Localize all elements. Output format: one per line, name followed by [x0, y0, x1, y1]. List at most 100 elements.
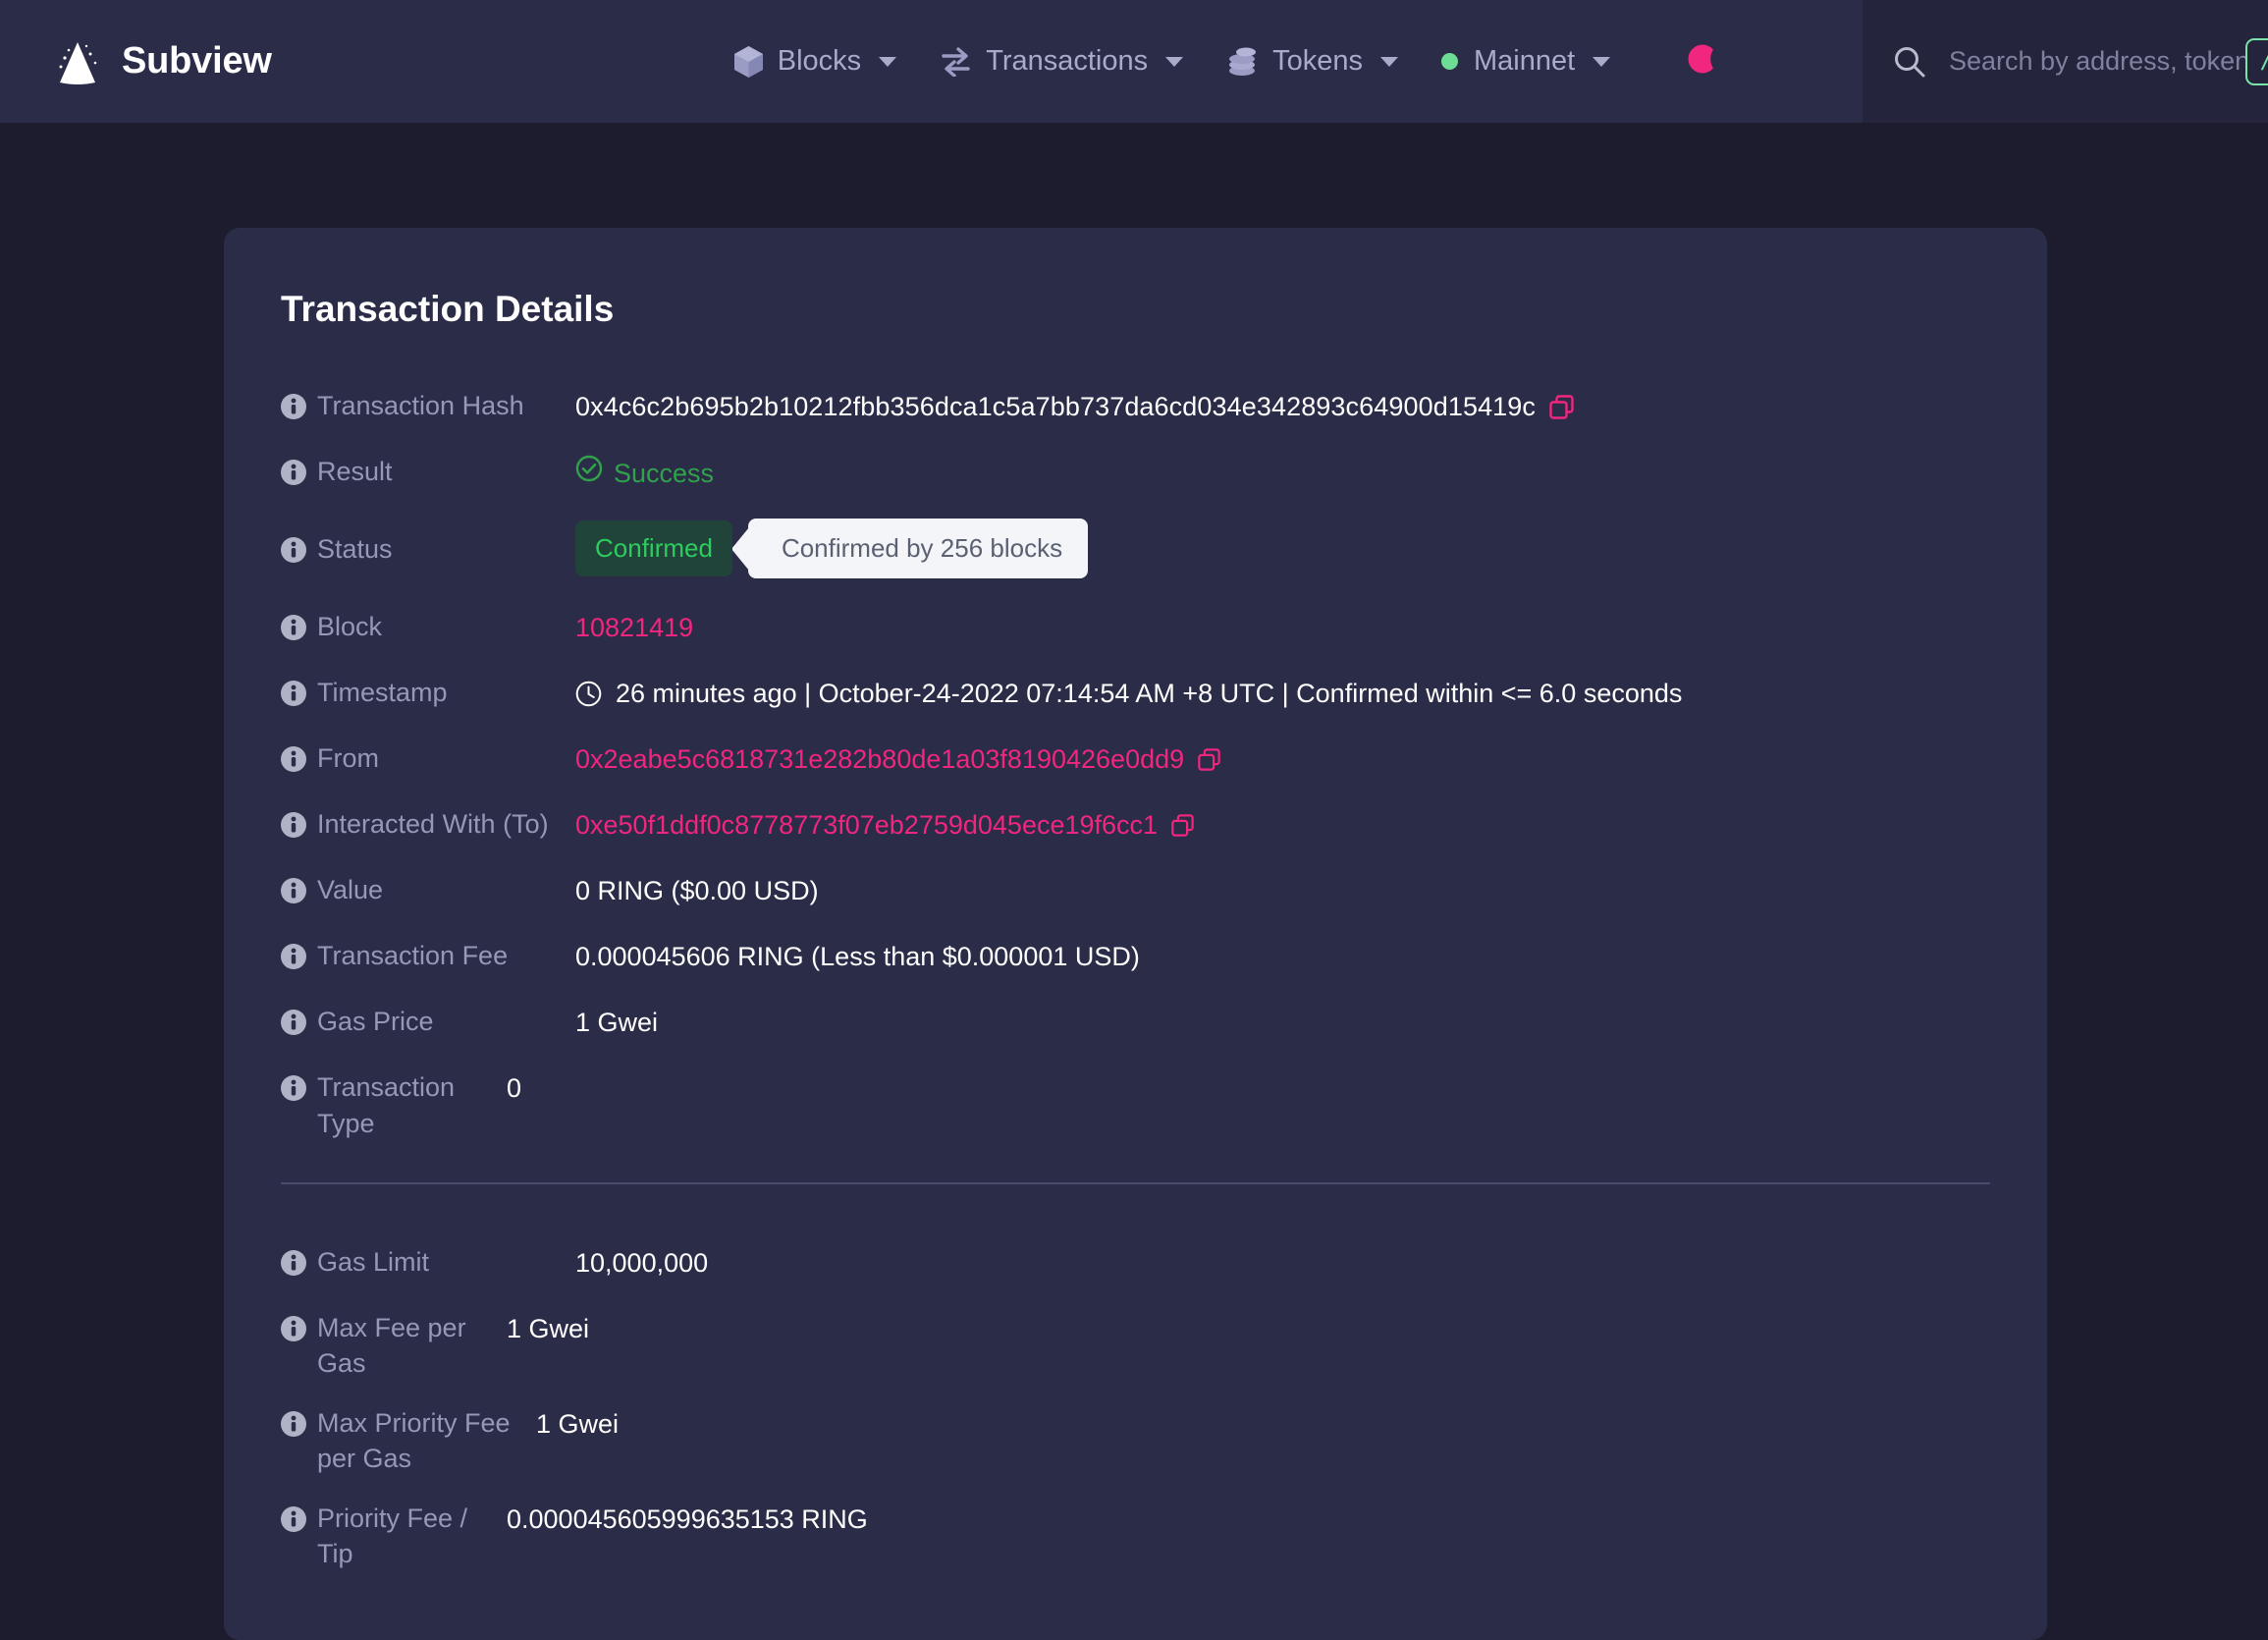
theme-toggle-button[interactable]: [1687, 40, 1722, 82]
nav-item-network-mainnet[interactable]: Mainnet: [1441, 45, 1610, 78]
info-icon[interactable]: [281, 393, 306, 418]
table-row: Result Success: [281, 453, 1990, 496]
row-label-text: Transaction Hash: [317, 388, 524, 423]
table-row: Interacted With (To) 0xe50f1ddf0c8778773…: [281, 805, 1990, 848]
table-row: Gas Price 1 Gwei: [281, 1003, 1990, 1046]
row-label-status: Status: [281, 519, 575, 567]
row-value-gas-price: 1 Gwei: [575, 1003, 1990, 1040]
result-text: Success: [614, 456, 714, 491]
table-row: Transaction Hash 0x4c6c2b695b2b10212fbb3…: [281, 387, 1990, 430]
row-label-text: Value: [317, 872, 383, 907]
page-body: Transaction Details Transaction Hash 0x: [0, 123, 2268, 1640]
nav-item-label: Tokens: [1272, 45, 1363, 78]
info-icon[interactable]: [281, 1505, 306, 1531]
row-value-block: 10821419: [575, 608, 1990, 645]
info-icon[interactable]: [281, 614, 306, 639]
row-label-transaction-hash: Transaction Hash: [281, 387, 575, 423]
nav-item-label: Transactions: [986, 45, 1148, 78]
row-label-max-fee-per-gas: Max Fee per Gas: [281, 1309, 507, 1382]
table-row: Value 0 RING ($0.00 USD): [281, 871, 1990, 914]
row-label-text: Priority Fee / Tip: [317, 1501, 507, 1572]
primary-detail-rows: Transaction Hash 0x4c6c2b695b2b10212fbb3…: [281, 387, 1990, 1141]
copy-icon[interactable]: [1198, 748, 1220, 771]
row-label-result: Result: [281, 453, 575, 489]
info-icon[interactable]: [281, 1074, 306, 1100]
row-value-result: Success: [575, 453, 1990, 491]
chevron-down-icon[interactable]: [1380, 57, 1398, 67]
search-input[interactable]: [1949, 46, 2245, 77]
row-label-gas-price: Gas Price: [281, 1003, 575, 1039]
row-value-amount: 0 RING ($0.00 USD): [575, 871, 1990, 908]
timestamp-text: 26 minutes ago | October-24-2022 07:14:5…: [616, 676, 1682, 711]
info-icon[interactable]: [281, 459, 306, 484]
row-label-text: Block: [317, 609, 382, 644]
row-label-text: Transaction Type: [317, 1069, 507, 1141]
row-value-transaction-hash: 0x4c6c2b695b2b10212fbb356dca1c5a7bb737da…: [575, 387, 1990, 424]
row-label-timestamp: Timestamp: [281, 674, 575, 710]
status-group: Confirmed Confirmed by 256 blocks: [575, 519, 1088, 578]
row-label-text: Gas Price: [317, 1004, 434, 1039]
chevron-down-icon[interactable]: [1593, 57, 1610, 67]
search-icon: [1892, 44, 1927, 80]
block-number-link[interactable]: 10821419: [575, 610, 693, 645]
row-value-transaction-fee: 0.000045606 RING (Less than $0.000001 US…: [575, 937, 1990, 974]
row-value-timestamp: 26 minutes ago | October-24-2022 07:14:5…: [575, 674, 1990, 711]
chevron-down-icon[interactable]: [879, 57, 896, 67]
copy-icon[interactable]: [1549, 395, 1574, 419]
table-row: From 0x2eabe5c6818731e282b80de1a03f81904…: [281, 739, 1990, 783]
row-label-text: Gas Limit: [317, 1244, 429, 1280]
nav-item-blocks[interactable]: Blocks: [733, 45, 896, 79]
brand-home-link[interactable]: Subview: [51, 36, 272, 87]
copy-icon[interactable]: [1171, 814, 1194, 837]
secondary-detail-rows: Gas Limit 10,000,000 Max Fee per Gas: [281, 1243, 1990, 1572]
info-icon[interactable]: [281, 1410, 306, 1436]
row-label-max-priority-fee-per-gas: Max Priority Fee per Gas: [281, 1404, 536, 1477]
row-value-max-priority-fee-per-gas: 1 Gwei: [536, 1404, 1990, 1442]
row-label-text: Max Fee per Gas: [317, 1310, 507, 1382]
nav-item-tokens[interactable]: Tokens: [1226, 45, 1398, 78]
row-label-gas-limit: Gas Limit: [281, 1243, 575, 1280]
info-icon[interactable]: [281, 811, 306, 837]
row-label-text: Transaction Fee: [317, 938, 508, 973]
table-row: Gas Limit 10,000,000: [281, 1243, 1990, 1286]
transaction-details-card: Transaction Details Transaction Hash 0x: [224, 228, 2047, 1640]
search-shortcut-key[interactable]: /: [2245, 38, 2268, 85]
info-icon[interactable]: [281, 943, 306, 968]
table-row: Timestamp 26 minutes ago | October-24-20…: [281, 674, 1990, 717]
nav-item-label: Blocks: [778, 45, 861, 78]
row-label-transaction-fee: Transaction Fee: [281, 937, 575, 973]
mountain-logo-icon: [51, 36, 104, 87]
info-icon[interactable]: [281, 1249, 306, 1275]
row-label-text: Timestamp: [317, 675, 448, 710]
row-label-text: Interacted With (To): [317, 806, 549, 842]
search-bar[interactable]: /: [1863, 0, 2268, 123]
row-label-text: Status: [317, 531, 393, 567]
table-row: Max Priority Fee per Gas 1 Gwei: [281, 1404, 1990, 1477]
to-address-link[interactable]: 0xe50f1ddf0c8778773f07eb2759d045ece19f6c…: [575, 807, 1158, 843]
info-icon[interactable]: [281, 745, 306, 771]
status-tooltip: Confirmed by 256 blocks: [748, 519, 1088, 578]
check-circle-icon: [575, 455, 603, 491]
top-navbar: Subview Blocks Transactions: [0, 0, 2268, 123]
status-dot-icon: [1441, 53, 1458, 70]
table-row: Transaction Fee 0.000045606 RING (Less t…: [281, 937, 1990, 980]
info-icon[interactable]: [281, 877, 306, 902]
info-icon[interactable]: [281, 680, 306, 705]
from-address-link[interactable]: 0x2eabe5c6818731e282b80de1a03f8190426e0d…: [575, 741, 1184, 777]
info-icon[interactable]: [281, 1009, 306, 1034]
nav-item-transactions[interactable]: Transactions: [940, 45, 1183, 78]
row-value-status: Confirmed Confirmed by 256 blocks: [575, 519, 1990, 578]
info-icon[interactable]: [281, 1315, 306, 1340]
row-label-from: From: [281, 739, 575, 776]
info-icon[interactable]: [281, 536, 306, 562]
table-row: Status Confirmed Confirmed by 256 blocks: [281, 519, 1990, 578]
chevron-down-icon[interactable]: [1165, 57, 1183, 67]
row-label-value: Value: [281, 871, 575, 907]
table-row: Block 10821419: [281, 608, 1990, 651]
page-title: Transaction Details: [281, 289, 1990, 330]
clock-icon: [575, 681, 602, 707]
row-label-text: From: [317, 740, 379, 776]
transfer-arrows-icon: [940, 47, 972, 77]
table-row: Transaction Type 0: [281, 1068, 1990, 1141]
nav-item-label: Mainnet: [1474, 45, 1575, 78]
